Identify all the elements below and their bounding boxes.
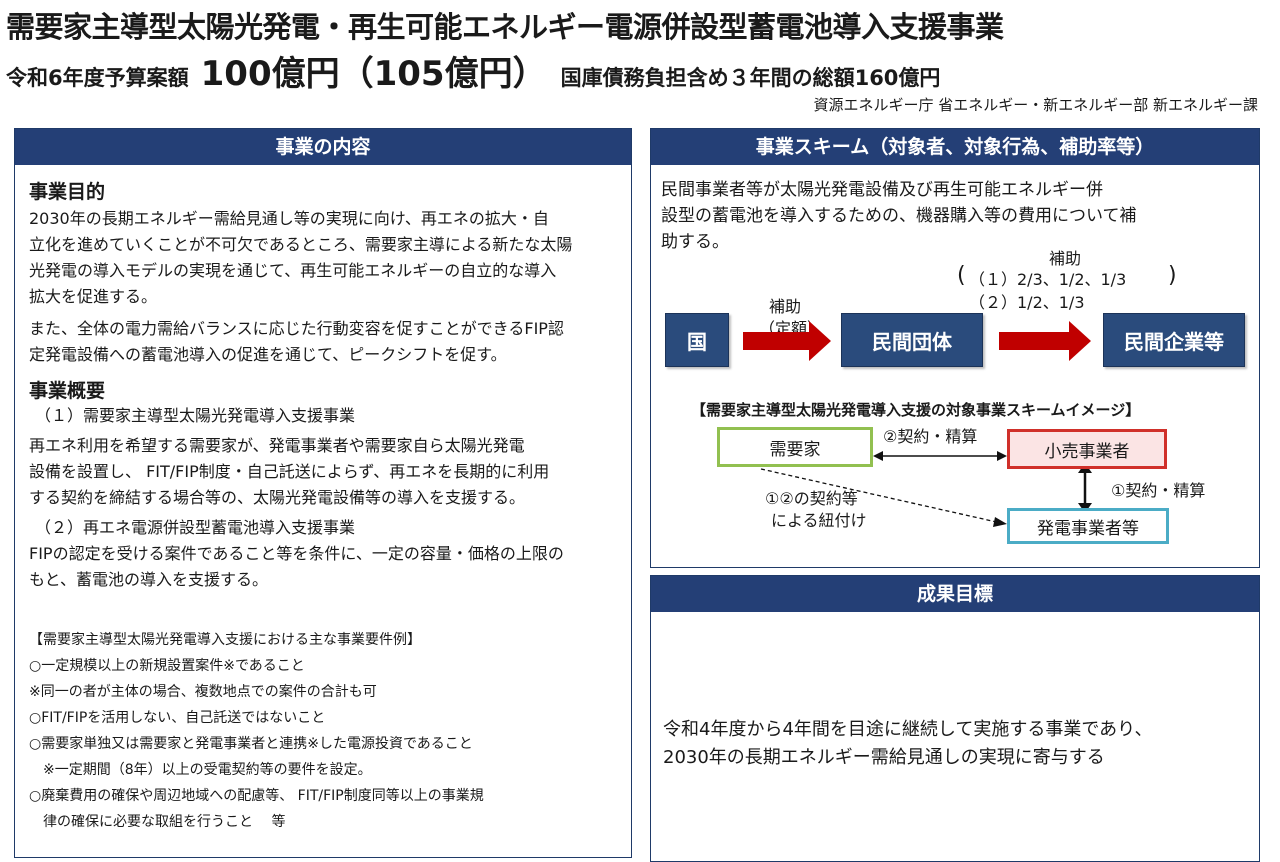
overview-heading: 事業概要 bbox=[29, 380, 106, 402]
item1-title: （１）需要家主導型太陽光発電導入支援事業 bbox=[35, 406, 356, 425]
arrowhead-left-icon bbox=[873, 451, 883, 461]
requirement-item: ○一定規模以上の新規設置案件※であること bbox=[29, 658, 305, 674]
content-body: 事業目的 2030年の長期エネルギー需給見通し等の実現に向け、再エネの拡大・自 … bbox=[29, 177, 624, 835]
requirement-item: ○需要家単独又は需要家と発電事業者と連携※した電源投資であること bbox=[29, 736, 473, 752]
item2-line: もと、蓄電池の導入を支援する。 bbox=[29, 570, 269, 589]
requirement-item: 律の確保に必要な取組を行うこと 等 bbox=[29, 814, 286, 830]
purpose2-line: また、全体の電力需給バランスに応じた行動変容を促すことができるFIP認 bbox=[29, 319, 564, 338]
item1-line: 再エネ利用を希望する需要家が、発電事業者や需要家自ら太陽光発電 bbox=[29, 436, 525, 455]
item2-title: （２）再エネ電源併設型蓄電池導入支援事業 bbox=[35, 518, 356, 537]
arrow-country-to-org bbox=[743, 321, 831, 361]
budget-amount: 100億円（105億円） bbox=[200, 54, 547, 94]
purpose-line: 拡大を促進する。 bbox=[29, 287, 158, 306]
requirement-item: ※同一の者が主体の場合、複数地点での案件の合計も可 bbox=[29, 684, 377, 700]
scheme-panel: 事業スキーム（対象者、対象行為、補助率等） 民間事業者等が太陽光発電設備及び再生… bbox=[650, 128, 1260, 568]
arrow-org-to-company bbox=[999, 321, 1091, 361]
contract-1-label: ①契約・精算 bbox=[1111, 481, 1206, 500]
goal-line: 2030年の長期エネルギー需給見通しの実現に寄与する bbox=[663, 747, 1105, 768]
purpose-line: 光発電の導入モデルの実現を通じて、再生可能エネルギーの自立的な導入 bbox=[29, 261, 557, 280]
arrowhead-right-icon bbox=[997, 451, 1007, 461]
requirements-heading: 【需要家主導型太陽光発電導入支援における主な事業要件例】 bbox=[29, 632, 421, 648]
agency-label: 資源エネルギー庁 省エネルギー・新エネルギー部 新エネルギー課 bbox=[813, 96, 1258, 114]
goal-text: 令和4年度から4年間を目途に継続して実施する事業であり、 2030年の長期エネル… bbox=[663, 716, 1152, 772]
budget-row: 令和6年度予算案額 100億円（105億円） 国庫債務負担含め３年間の総額160億円 bbox=[6, 46, 940, 95]
image-title: 【需要家主導型太陽光発電導入支援の対象事業スキームイメージ】 bbox=[691, 401, 1141, 419]
content-panel-header: 事業の内容 bbox=[15, 129, 631, 165]
purpose-text: 2030年の長期エネルギー需給見通し等の実現に向け、再エネの拡大・自 立化を進め… bbox=[29, 206, 624, 310]
budget-note: 国庫債務負担含め３年間の総額160億円 bbox=[560, 66, 941, 90]
goal-panel-header: 成果目標 bbox=[651, 576, 1259, 612]
node-retailer: 小売事業者 bbox=[1007, 429, 1167, 469]
purpose-line: 2030年の長期エネルギー需給見通し等の実現に向け、再エネの拡大・自 bbox=[29, 209, 549, 228]
purpose2-line: 定発電設備への蓄電池導入の促進を通じて、ピークシフトを促す。 bbox=[29, 345, 507, 364]
item2-line: FIPの認定を受ける案件であること等を条件に、一定の容量・価格の上限の bbox=[29, 544, 564, 563]
item2-text: FIPの認定を受ける案件であること等を条件に、一定の容量・価格の上限の もと、蓄… bbox=[29, 541, 624, 593]
requirement-item: ○廃棄費用の確保や周辺地域への配慮等、 FIT/FIP制度同等以上の事業規 bbox=[29, 788, 484, 804]
page-title: 需要家主導型太陽光発電・再生可能エネルギー電源併設型蓄電池導入支援事業 bbox=[6, 10, 1004, 44]
goal-line: 令和4年度から4年間を目途に継続して実施する事業であり、 bbox=[663, 719, 1153, 740]
item1-line: する契約を締結する場合等の、太陽光発電設備等の導入を支援する。 bbox=[29, 488, 526, 507]
requirement-item: ※一定期間（8年）以上の受電契約等の要件を設定。 bbox=[29, 762, 372, 778]
item1-text: 再エネ利用を希望する需要家が、発電事業者や需要家自ら太陽光発電 設備を設置し、 … bbox=[29, 433, 624, 511]
content-panel: 事業の内容 事業目的 2030年の長期エネルギー需給見通し等の実現に向け、再エネ… bbox=[14, 128, 632, 858]
node-generator: 発電事業者等 bbox=[1007, 508, 1169, 544]
contract-2-label: ②契約・精算 bbox=[883, 427, 978, 446]
requirement-item: ○FIT/FIPを活用しない、自己託送ではないこと bbox=[29, 710, 326, 726]
purpose2-text: また、全体の電力需給バランスに応じた行動変容を促すことができるFIP認 定発電設… bbox=[29, 316, 624, 368]
item1-line: 設備を設置し、 FIT/FIP制度・自己託送によらず、再エネを長期的に利用 bbox=[29, 462, 550, 481]
node-consumer: 需要家 bbox=[717, 427, 873, 467]
link-label-1: ①②の契約等 bbox=[765, 489, 858, 508]
link-label-2: による紐付け bbox=[771, 511, 867, 530]
arrowhead-dashed-icon bbox=[993, 517, 1007, 527]
budget-label: 令和6年度予算案額 bbox=[6, 66, 189, 90]
purpose-heading: 事業目的 bbox=[29, 181, 106, 203]
requirements-list: ○一定規模以上の新規設置案件※であること ※同一の者が主体の場合、複数地点での案… bbox=[29, 653, 624, 835]
goal-panel: 成果目標 令和4年度から4年間を目途に継続して実施する事業であり、 2030年の… bbox=[650, 575, 1260, 862]
purpose-line: 立化を進めていくことが不可欠であるところ、需要家主導による新たな太陽 bbox=[29, 235, 573, 254]
